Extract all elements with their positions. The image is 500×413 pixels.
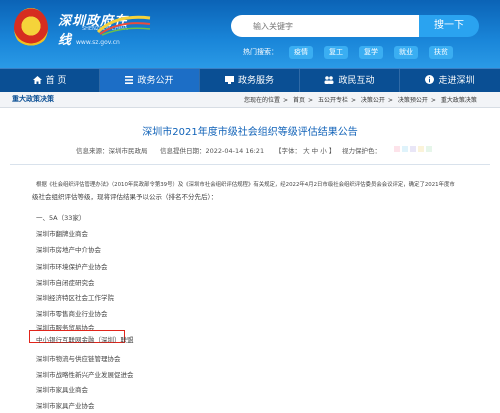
list-item: 深圳市房地产中介协会 [36, 246, 101, 254]
font-size-control: 【字体： 大 中 小 】 [275, 145, 335, 155]
nav-item-services[interactable]: 政务服务 [200, 69, 300, 93]
hot-search-tag[interactable]: 疫情 [289, 46, 313, 59]
font-size-medium[interactable]: 中 [312, 147, 319, 155]
list-item: 深圳市家具业商会 [36, 386, 88, 394]
font-size-close: 】 [328, 147, 336, 155]
breadcrumb-separator: > [307, 97, 314, 104]
breadcrumb-item[interactable]: 决策公开 [361, 97, 385, 104]
nav-item-interaction[interactable]: 政民互动 [300, 69, 400, 93]
vision-color-swatch[interactable] [402, 146, 408, 152]
info-icon [425, 75, 435, 84]
logo-swoosh-icon [96, 15, 151, 36]
section-bar: 重大政策决策 您现在的位置 > 首页 > 五公开专栏 > 决策公开 > 决策预公开 > 重… [0, 92, 500, 108]
list-item: 深圳市战略性新兴产业发展促进会 [36, 371, 134, 379]
search-input[interactable] [253, 20, 413, 32]
vision-color-swatch[interactable] [426, 146, 432, 152]
breadcrumb-separator: > [387, 97, 393, 104]
font-size-large[interactable]: 大 [303, 147, 310, 155]
breadcrumb-separator: > [350, 97, 356, 104]
search-box [231, 15, 419, 37]
nav-label: 走进深圳 [438, 76, 475, 86]
info-date: 信息提供日期：2022-04-14 16:21 [160, 147, 265, 155]
hot-search-tag[interactable]: 扶贫 [429, 46, 453, 59]
breadcrumb-item[interactable]: 五公开专栏 [318, 97, 348, 104]
list-item: 深圳经济特区社会工作学院 [36, 294, 114, 302]
info-source: 信息来源：深圳市民政局 [76, 147, 148, 155]
font-size-small[interactable]: 小 [320, 147, 327, 155]
article-intro: 根据《社会组织评估管理办法》（2010年民政部令第39号）及《深圳市社会组织评估… [32, 181, 482, 201]
article-meta: 信息来源：深圳市民政局 信息提供日期：2022-04-14 16:21 【字体：… [0, 145, 500, 156]
article-title: 深圳市2021年度市级社会组织等级评估结果公告 [142, 127, 358, 138]
vision-color-swatch[interactable] [418, 146, 424, 152]
divider [10, 164, 490, 165]
breadcrumb-item[interactable]: 决策预公开 [398, 97, 428, 104]
breadcrumb-item[interactable]: 首页 [293, 97, 305, 104]
home-icon [32, 76, 42, 84]
vision-protection-label: 视力保护色： [342, 147, 381, 155]
section-title[interactable]: 重大政策决策 [12, 94, 54, 104]
list-item: 深圳市物流与供应链管理协会 [36, 355, 121, 363]
nav-label: 政民互动 [338, 76, 375, 86]
list-item-highlighted: 中小银行互联网金融（深圳）联盟 [36, 336, 134, 344]
national-emblem-icon [14, 8, 48, 48]
nav-label: 首 页 [45, 76, 67, 86]
list-item: 深圳市翻牌业商会 [36, 230, 88, 238]
hot-search-tag[interactable]: 复工 [324, 46, 348, 59]
breadcrumb-label: 您现在的位置 [244, 97, 281, 104]
intro-line: 根据《社会组织评估管理办法》（2010年民政部令第39号）及《深圳市社会组织评估… [36, 182, 455, 188]
header-banner: 深圳政府在线 SHENZHEN CHINA www.sz.gov.cn 搜一下 … [0, 0, 500, 68]
hot-search-tag[interactable]: 就业 [394, 46, 418, 59]
article-content: 深圳市2021年度市级社会组织等级评估结果公告 信息来源：深圳市民政局 信息提供… [0, 108, 500, 413]
monitor-icon [224, 76, 234, 84]
people-icon [324, 76, 334, 84]
list-heading: 一、5A（33家） [36, 214, 86, 222]
hot-search-label: 热门搜索： [243, 48, 278, 56]
font-size-label: 【字体： [275, 147, 301, 155]
nav-label: 政务公开 [137, 76, 174, 86]
site-url: www.sz.gov.cn [76, 39, 120, 46]
nav-label: 政务服务 [237, 76, 274, 86]
nav-item-home[interactable]: 首 页 [0, 69, 100, 93]
main-nav: 首 页 政务公开 政务服务 政民互动 走进深圳 [0, 68, 500, 93]
nav-item-about-shenzhen[interactable]: 走进深圳 [400, 69, 500, 93]
list-item: 深圳市环境保护产业协会 [36, 263, 108, 271]
hot-search-tag[interactable]: 复学 [359, 46, 383, 59]
intro-line: 级社会组织评估等级，现将评估结果予以公示（排名不分先后）： [32, 193, 218, 201]
nav-item-gov-affairs[interactable]: 政务公开 [100, 69, 200, 93]
site-logo[interactable]: 深圳政府在线 SHENZHEN CHINA [58, 10, 151, 48]
breadcrumb-separator: > [283, 97, 289, 104]
breadcrumb-item[interactable]: 重大政策决策 [441, 97, 477, 104]
list-item: 深圳市家具产业协会 [36, 402, 95, 410]
breadcrumb-separator: > [430, 97, 436, 104]
breadcrumb: 您现在的位置 > 首页 > 五公开专栏 > 决策公开 > 决策预公开 > 重大政策决策 [244, 95, 480, 104]
list-icon [125, 76, 134, 84]
list-item: 深圳市自闭症研究会 [36, 279, 95, 287]
vision-color-swatch[interactable] [410, 146, 416, 152]
vision-color-swatch[interactable] [394, 146, 400, 152]
search-button[interactable]: 搜一下 [419, 15, 479, 37]
list-item: 深圳市零售商业行业协会 [36, 310, 108, 318]
